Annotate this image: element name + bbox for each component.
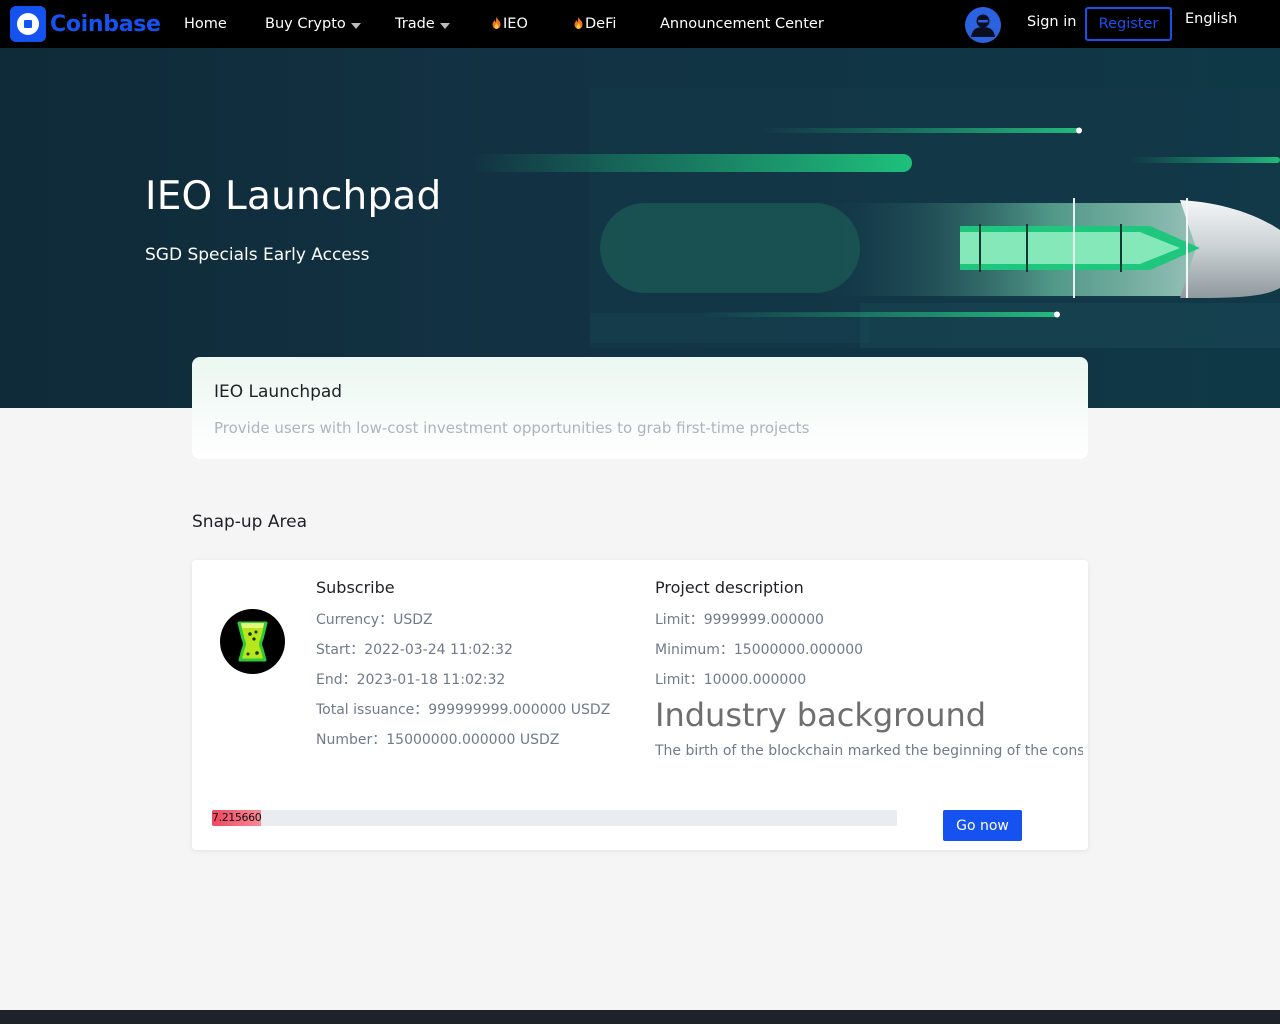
hero-subtitle: SGD Specials Early Access — [145, 245, 370, 265]
number-label: Number — [316, 732, 386, 748]
sign-in-link[interactable]: Sign in — [1027, 14, 1076, 30]
subscribe-title: Subscribe — [316, 578, 395, 597]
nav-announcement-center[interactable]: Announcement Center — [660, 14, 824, 34]
start-value: 2022-03-24 11:02:32 — [364, 642, 513, 658]
progress-label: 7.215660 — [212, 811, 262, 824]
brand-logo[interactable]: Coinbase — [10, 6, 161, 42]
nav-announcements-label: Announcement Center — [660, 16, 824, 32]
nav-ieo[interactable]: IEO — [492, 14, 528, 34]
person-silhouette-icon — [971, 14, 995, 37]
end-label: End — [316, 672, 357, 688]
hero-banner: IEO Launchpad SGD Specials Early Access — [0, 48, 1280, 408]
register-button[interactable]: Register — [1085, 7, 1172, 41]
beer-glass-icon — [220, 609, 285, 674]
limit2-value: 10000.000000 — [703, 672, 807, 688]
total-issuance-row: Total issuance999999999.000000 USDZ — [316, 699, 610, 719]
minimum-value: 15000000.000000 — [733, 642, 864, 658]
nav-ieo-label: IEO — [503, 16, 528, 32]
footer — [0, 1010, 1280, 1024]
user-avatar-icon[interactable] — [965, 7, 1001, 43]
nav-defi[interactable]: DeFi — [574, 14, 616, 34]
hero-title: IEO Launchpad — [145, 174, 442, 219]
industry-background-heading: Industry background — [655, 696, 987, 734]
subscription-progress-bar: 7.215660 — [212, 810, 897, 826]
nav-home[interactable]: Home — [184, 14, 227, 34]
intro-description: Provide users with low-cost investment o… — [214, 419, 810, 437]
limit-label: Limit — [655, 612, 704, 628]
coinbase-logo-icon — [10, 6, 46, 42]
total-issuance-label: Total issuance — [316, 702, 428, 718]
rocket-speed-illustration — [470, 88, 1280, 348]
end-row: End2023-01-18 11:02:32 — [316, 669, 505, 689]
brand-name: Coinbase — [50, 11, 161, 37]
token-logo-art — [237, 621, 268, 662]
minimum-label: Minimum — [655, 642, 734, 658]
project-card: Subscribe CurrencyUSDZ Start2022-03-24 1… — [192, 560, 1088, 850]
project-description-title: Project description — [655, 578, 804, 597]
nav-defi-label: DeFi — [585, 16, 617, 32]
top-nav: Coinbase Home Buy Crypto Trade IEO DeFi … — [0, 0, 1280, 48]
number-value: 15000000.000000 USDZ — [386, 732, 560, 748]
limit-row: Limit9999999.000000 — [655, 609, 824, 629]
number-row: Number15000000.000000 USDZ — [316, 729, 559, 749]
limit-value: 9999999.000000 — [703, 612, 824, 628]
currency-value: USDZ — [393, 612, 433, 628]
total-issuance-value: 999999999.000000 USDZ — [428, 702, 611, 718]
nav-buy-crypto[interactable]: Buy Crypto — [265, 14, 361, 34]
start-row: Start2022-03-24 11:02:32 — [316, 639, 513, 659]
limit2-row: Limit10000.000000 — [655, 669, 806, 689]
end-value: 2023-01-18 11:02:32 — [356, 672, 506, 688]
language-selector[interactable]: English — [1185, 11, 1237, 27]
caret-down-icon — [350, 22, 361, 29]
snap-up-area-title: Snap-up Area — [192, 512, 307, 532]
limit2-label: Limit — [655, 672, 704, 688]
currency-row: CurrencyUSDZ — [316, 609, 433, 629]
caret-down-icon — [439, 22, 450, 29]
start-label: Start — [316, 642, 364, 658]
industry-background-text: The birth of the blockchain marked the b… — [655, 743, 1083, 759]
fire-icon — [574, 17, 583, 29]
nav-trade-label: Trade — [395, 16, 435, 32]
go-now-button[interactable]: Go now — [943, 810, 1022, 841]
nav-buy-crypto-label: Buy Crypto — [265, 16, 346, 32]
nav-home-label: Home — [184, 16, 227, 32]
minimum-row: Minimum15000000.000000 — [655, 639, 863, 659]
intro-title: IEO Launchpad — [214, 382, 343, 402]
fire-icon — [492, 17, 501, 29]
intro-card: IEO Launchpad Provide users with low-cos… — [192, 357, 1088, 459]
currency-label: Currency — [316, 612, 393, 628]
nav-trade[interactable]: Trade — [395, 14, 450, 34]
